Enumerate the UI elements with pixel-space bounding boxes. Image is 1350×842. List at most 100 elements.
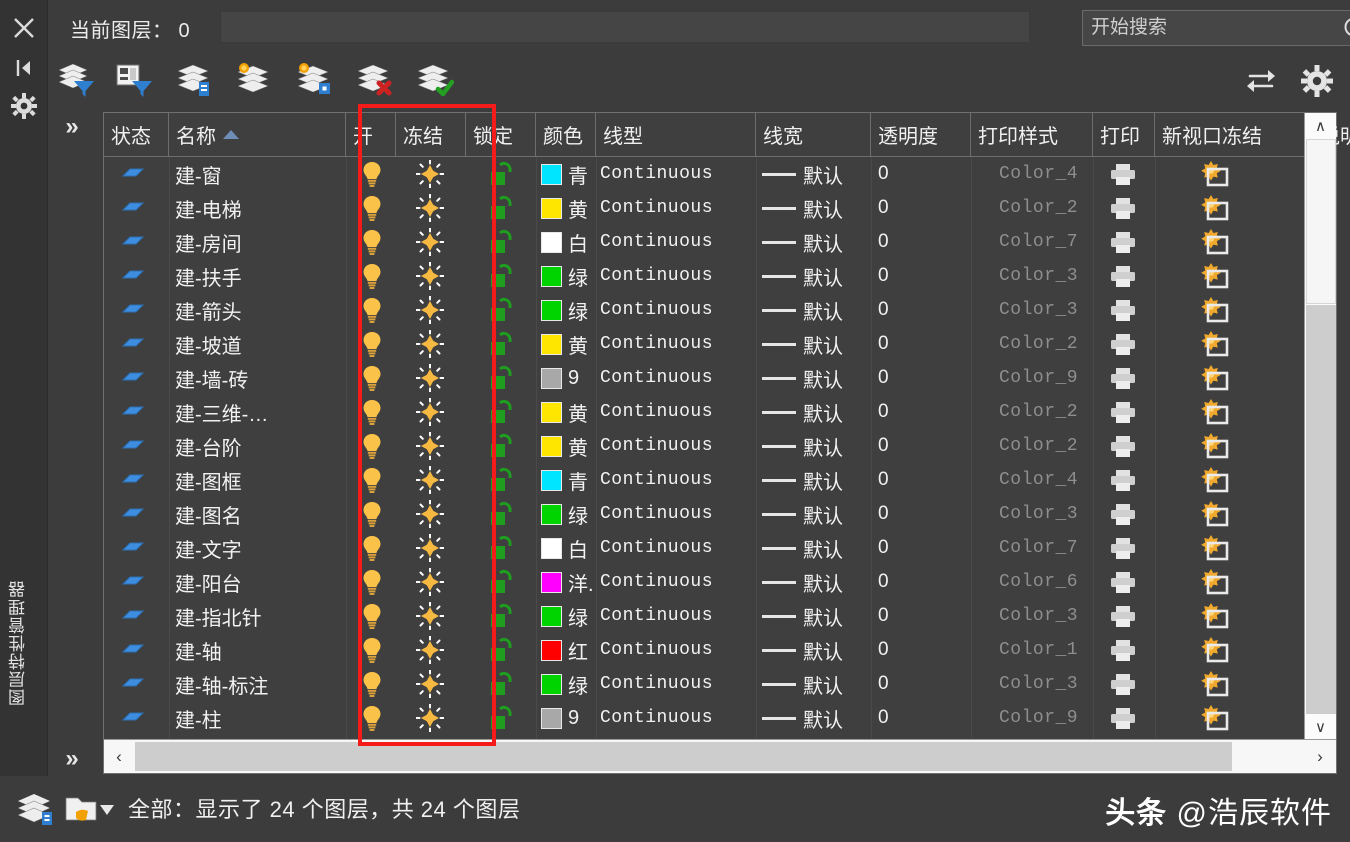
plot-printer-icon[interactable] bbox=[1109, 264, 1137, 288]
cell-transparency[interactable]: 0 bbox=[878, 157, 978, 191]
light-on-icon[interactable] bbox=[360, 364, 384, 392]
cell-on[interactable] bbox=[360, 463, 410, 497]
layer-status-icon[interactable] bbox=[120, 367, 146, 389]
table-row[interactable]: 建-阳台 洋. Continuous 默认 0 Color_6 bbox=[104, 565, 1316, 599]
cell-freeze[interactable] bbox=[416, 463, 486, 497]
layer-status-icon[interactable] bbox=[120, 673, 146, 695]
cell-freeze[interactable] bbox=[416, 667, 486, 701]
cell-linetype[interactable]: Continuous bbox=[600, 633, 760, 667]
layer-status-icon[interactable] bbox=[120, 231, 146, 253]
cell-color[interactable]: 洋. bbox=[541, 565, 601, 599]
cell-color[interactable]: 黄 bbox=[541, 191, 601, 225]
layer-status-icon[interactable] bbox=[120, 707, 146, 729]
cell-vpfreeze[interactable] bbox=[1200, 599, 1316, 633]
cell-lineweight[interactable]: 默认 bbox=[762, 191, 877, 225]
cell-transparency[interactable]: 0 bbox=[878, 225, 978, 259]
cell-transparency[interactable]: 0 bbox=[878, 531, 978, 565]
gear-icon-toolbar[interactable] bbox=[1298, 62, 1336, 100]
cell-freeze[interactable] bbox=[416, 259, 486, 293]
cell-freeze[interactable] bbox=[416, 225, 486, 259]
cell-plotstyle[interactable]: Color_1 bbox=[999, 633, 1121, 667]
cell-lineweight[interactable]: 默认 bbox=[762, 327, 877, 361]
layer-states-manager-button[interactable] bbox=[172, 58, 216, 102]
cell-transparency[interactable]: 0 bbox=[878, 429, 978, 463]
cell-color[interactable]: 青 bbox=[541, 463, 601, 497]
color-swatch[interactable] bbox=[541, 333, 562, 355]
cell-transparency[interactable]: 0 bbox=[878, 667, 978, 701]
cell-color[interactable]: 黄 bbox=[541, 429, 601, 463]
light-on-icon[interactable] bbox=[360, 534, 384, 562]
cell-transparency[interactable]: 0 bbox=[878, 633, 978, 667]
table-row[interactable]: 建-扶手 绿 Continuous 默认 0 Color_3 bbox=[104, 259, 1316, 293]
cell-freeze[interactable] bbox=[416, 327, 486, 361]
thaw-sun-icon[interactable] bbox=[416, 534, 444, 562]
layer-status-icon[interactable] bbox=[120, 605, 146, 627]
layer-status-icon[interactable] bbox=[120, 401, 146, 423]
vp-freeze-icon[interactable] bbox=[1200, 329, 1230, 359]
light-on-icon[interactable] bbox=[360, 262, 384, 290]
table-row[interactable]: 建-坡道 黄 Continuous 默认 0 Color_2 bbox=[104, 327, 1316, 361]
plot-printer-icon[interactable] bbox=[1109, 434, 1137, 458]
light-on-icon[interactable] bbox=[360, 296, 384, 324]
vertical-scrollbar[interactable]: ∧ ∨ bbox=[1304, 113, 1336, 740]
cell-color[interactable]: 9 bbox=[541, 701, 601, 735]
color-swatch[interactable] bbox=[541, 401, 562, 423]
cell-transparency[interactable]: 0 bbox=[878, 395, 978, 429]
thaw-sun-icon[interactable] bbox=[416, 194, 444, 222]
cell-linetype[interactable]: Continuous bbox=[600, 157, 760, 191]
cell-color[interactable]: 绿 bbox=[541, 259, 601, 293]
cell-on[interactable] bbox=[360, 633, 410, 667]
plot-printer-icon[interactable] bbox=[1109, 672, 1137, 696]
cell-plotstyle[interactable]: Color_2 bbox=[999, 395, 1121, 429]
cell-vpfreeze[interactable] bbox=[1200, 667, 1316, 701]
unlock-icon[interactable] bbox=[488, 229, 514, 255]
thaw-sun-icon[interactable] bbox=[416, 262, 444, 290]
plot-printer-icon[interactable] bbox=[1109, 400, 1137, 424]
cell-name[interactable]: 建-三维-… bbox=[175, 395, 352, 429]
thaw-sun-icon[interactable] bbox=[416, 500, 444, 528]
table-row[interactable]: 建-箭头 绿 Continuous 默认 0 Color_3 bbox=[104, 293, 1316, 327]
close-icon[interactable] bbox=[0, 8, 48, 48]
thaw-sun-icon[interactable] bbox=[416, 160, 444, 188]
light-on-icon[interactable] bbox=[360, 636, 384, 664]
table-row[interactable]: 建-文字 白 Continuous 默认 0 Color_7 bbox=[104, 531, 1316, 565]
unlock-icon[interactable] bbox=[488, 433, 514, 459]
cell-name[interactable]: 建-阳台 bbox=[175, 565, 352, 599]
cell-vpfreeze[interactable] bbox=[1200, 497, 1316, 531]
cell-freeze[interactable] bbox=[416, 701, 486, 735]
color-swatch[interactable] bbox=[541, 673, 562, 695]
cell-plot[interactable] bbox=[1109, 463, 1171, 497]
vp-freeze-icon[interactable] bbox=[1200, 465, 1230, 495]
refresh-icon[interactable] bbox=[1242, 62, 1280, 100]
cell-plot[interactable] bbox=[1109, 259, 1171, 293]
column-header-freeze[interactable]: 冻结 bbox=[396, 113, 466, 156]
cell-on[interactable] bbox=[360, 497, 410, 531]
column-header-lineweight[interactable]: 线宽 bbox=[756, 113, 871, 156]
cell-freeze[interactable] bbox=[416, 565, 486, 599]
cell-color[interactable]: 绿 bbox=[541, 599, 601, 633]
scroll-up-button[interactable]: ∧ bbox=[1305, 113, 1336, 139]
cell-linetype[interactable]: Continuous bbox=[600, 259, 760, 293]
cell-on[interactable] bbox=[360, 293, 410, 327]
cell-vpfreeze[interactable] bbox=[1200, 361, 1316, 395]
cell-name[interactable]: 建-指北针 bbox=[175, 599, 352, 633]
cell-plot[interactable] bbox=[1109, 531, 1171, 565]
table-row[interactable]: 建-轴-标注 绿 Continuous 默认 0 Color_3 bbox=[104, 667, 1316, 701]
search-input[interactable] bbox=[1091, 11, 1331, 45]
horizontal-scrollbar[interactable]: ‹ › bbox=[104, 739, 1336, 773]
cell-lineweight[interactable]: 默认 bbox=[762, 395, 877, 429]
light-on-icon[interactable] bbox=[360, 704, 384, 732]
cell-linetype[interactable]: Continuous bbox=[600, 225, 760, 259]
delete-layer-button[interactable] bbox=[352, 58, 396, 102]
cell-color[interactable]: 红 bbox=[541, 633, 601, 667]
unlock-icon[interactable] bbox=[488, 161, 514, 187]
cell-on[interactable] bbox=[360, 191, 410, 225]
layer-status-icon[interactable] bbox=[120, 639, 146, 661]
light-on-icon[interactable] bbox=[360, 602, 384, 630]
cell-transparency[interactable]: 0 bbox=[878, 701, 978, 735]
cell-freeze[interactable] bbox=[416, 293, 486, 327]
light-on-icon[interactable] bbox=[360, 194, 384, 222]
cell-plotstyle[interactable]: Color_2 bbox=[999, 327, 1121, 361]
cell-color[interactable]: 黄 bbox=[541, 327, 601, 361]
new-group-filter-button[interactable] bbox=[112, 58, 156, 102]
